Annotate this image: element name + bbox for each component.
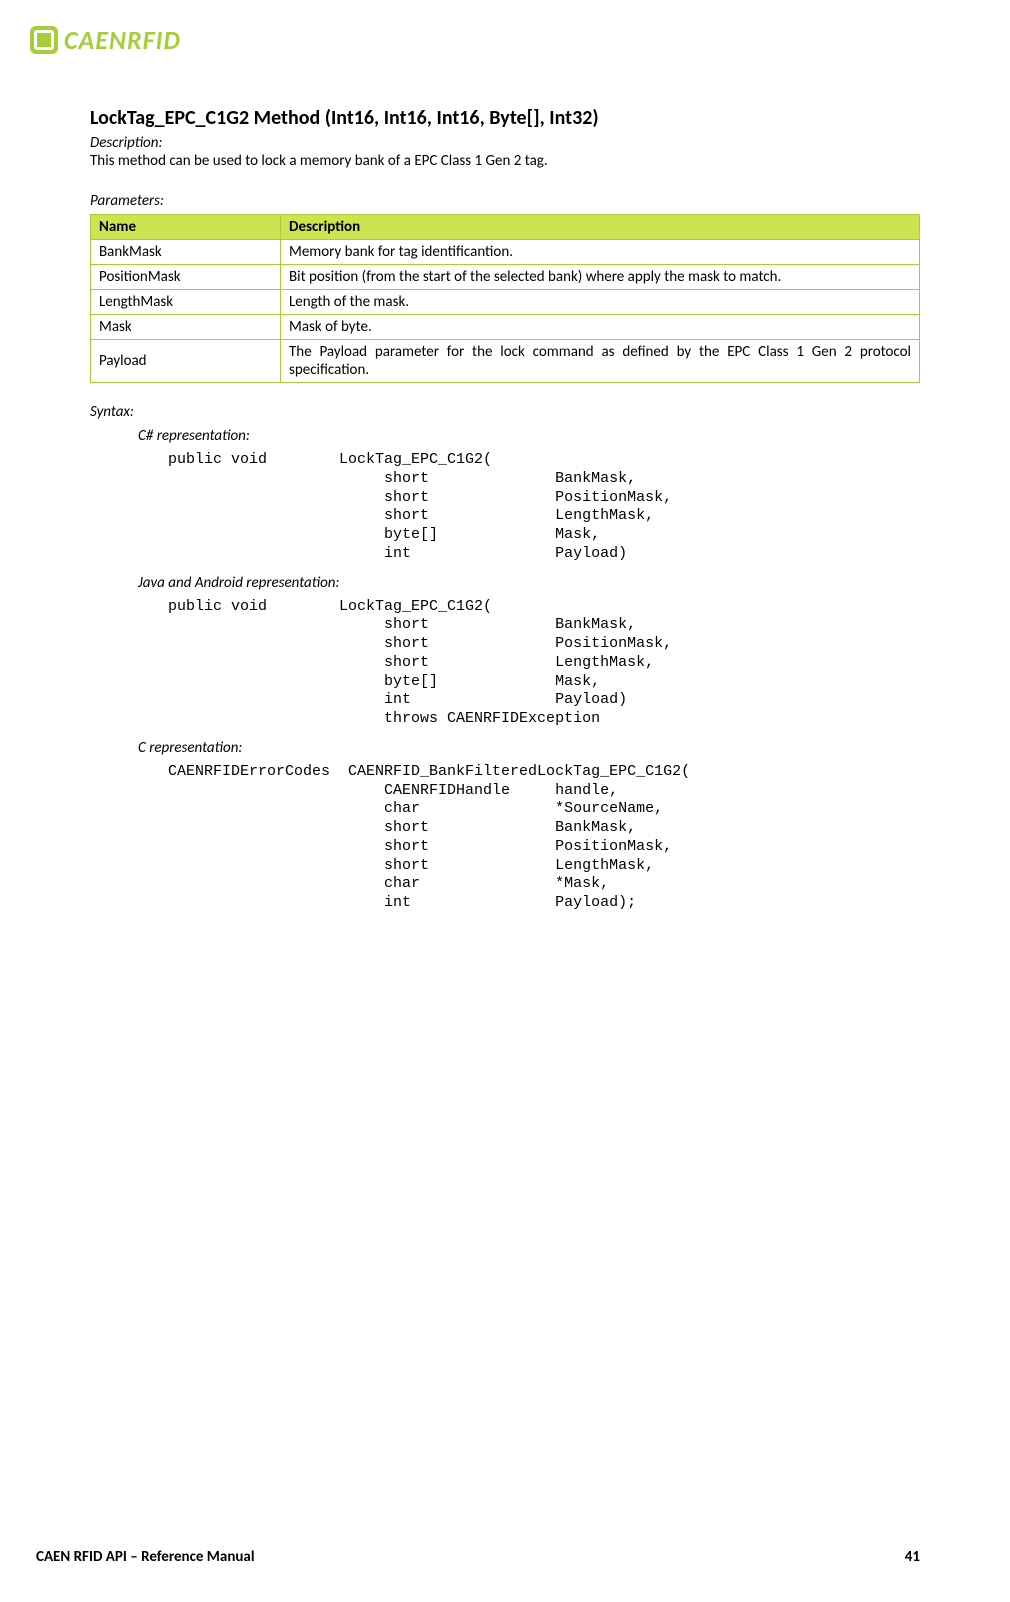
brand-logo: CAENRFID <box>30 24 920 56</box>
syntax-label: Syntax: <box>90 403 920 421</box>
parameters-table: Name Description BankMask Memory bank fo… <box>90 214 920 383</box>
description-label: Description: <box>90 134 920 152</box>
param-desc: Bit position (from the start of the sele… <box>281 265 920 290</box>
csharp-label: C# representation: <box>138 427 920 445</box>
param-name: Mask <box>91 315 281 340</box>
param-desc: Length of the mask. <box>281 290 920 315</box>
c-label: C representation: <box>138 739 920 757</box>
table-row: Payload The Payload parameter for the lo… <box>91 340 920 383</box>
brand-text: CAENRFID <box>64 24 181 56</box>
param-desc: Memory bank for tag identificantion. <box>281 240 920 265</box>
csharp-code: public void LockTag_EPC_C1G2( short Bank… <box>168 451 920 564</box>
table-row: BankMask Memory bank for tag identifican… <box>91 240 920 265</box>
param-name: PositionMask <box>91 265 281 290</box>
description-text: This method can be used to lock a memory… <box>90 152 920 170</box>
param-name: LengthMask <box>91 290 281 315</box>
footer-page-number: 41 <box>905 1548 920 1566</box>
table-row: LengthMask Length of the mask. <box>91 290 920 315</box>
table-head-desc: Description <box>281 215 920 240</box>
method-title: LockTag_EPC_C1G2 Method (Int16, Int16, I… <box>90 106 920 130</box>
table-head-name: Name <box>91 215 281 240</box>
table-row: Mask Mask of byte. <box>91 315 920 340</box>
param-name: BankMask <box>91 240 281 265</box>
java-code: public void LockTag_EPC_C1G2( short Bank… <box>168 598 920 729</box>
parameters-label: Parameters: <box>90 192 920 210</box>
logo-icon <box>30 26 58 54</box>
param-desc: Mask of byte. <box>281 315 920 340</box>
java-label: Java and Android representation: <box>138 574 920 592</box>
table-row: PositionMask Bit position (from the star… <box>91 265 920 290</box>
param-desc: The Payload parameter for the lock comma… <box>281 340 920 383</box>
footer-left: CAEN RFID API – Reference Manual <box>36 1548 255 1566</box>
page-footer: CAEN RFID API – Reference Manual 41 <box>36 1548 920 1566</box>
c-code: CAENRFIDErrorCodes CAENRFID_BankFiltered… <box>168 763 920 913</box>
param-name: Payload <box>91 340 281 383</box>
